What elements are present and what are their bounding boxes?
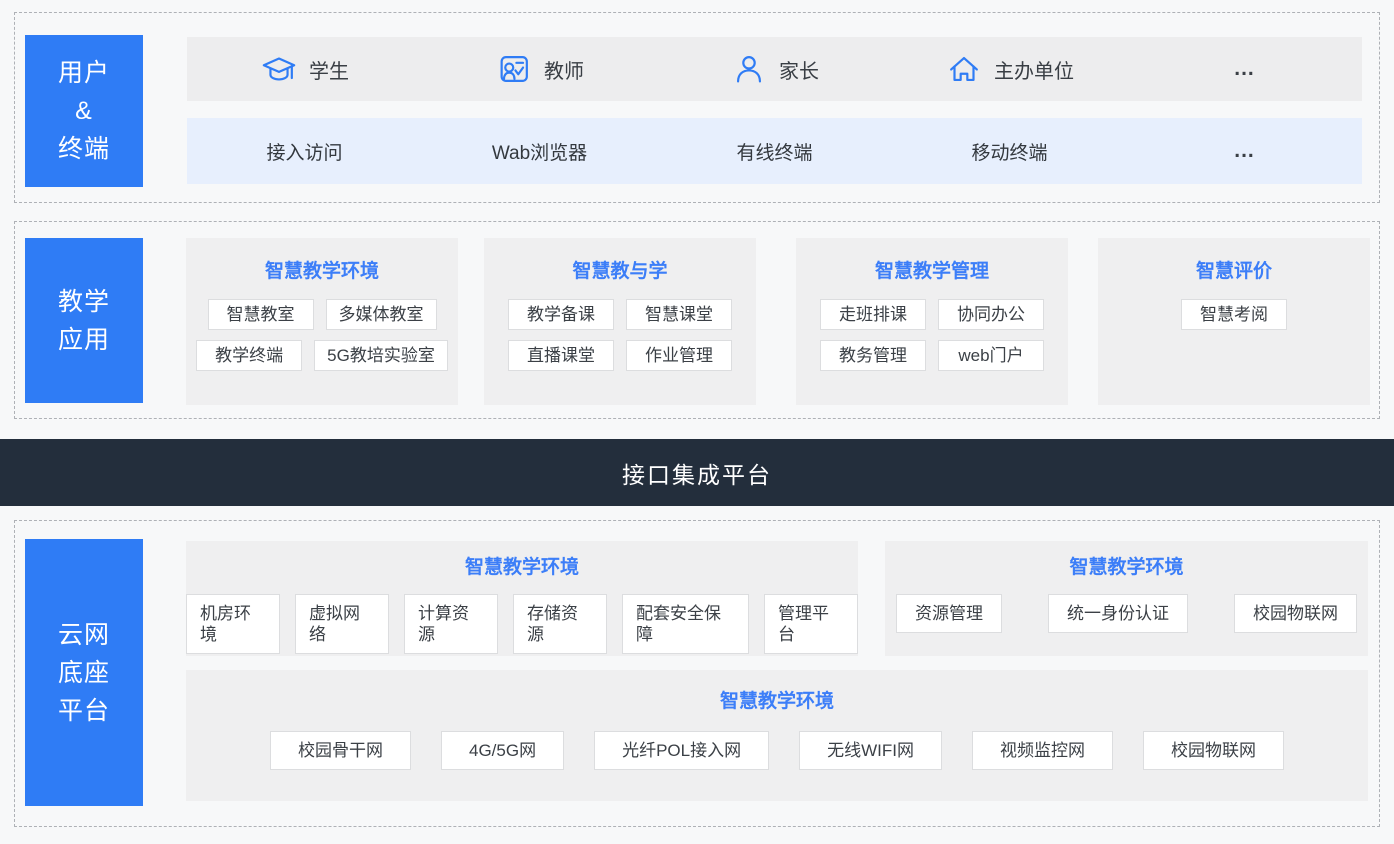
role-label-student: 学生 bbox=[309, 55, 349, 84]
chip-campus-iot: 校园物联网 bbox=[1234, 594, 1357, 633]
chip-row: 校园骨干网 4G/5G网 光纤POL接入网 无线WIFI网 视频监控网 校园物联… bbox=[186, 731, 1368, 770]
chip-multimedia-classroom: 多媒体教室 bbox=[326, 299, 437, 330]
integration-platform-band: 接口集成平台 bbox=[0, 439, 1394, 506]
chip-machine-room: 机房环境 bbox=[186, 594, 280, 654]
access-item-network-access: 接入访问 bbox=[187, 138, 422, 165]
chip-computing-resources: 计算资源 bbox=[404, 594, 498, 654]
role-label-teacher: 教师 bbox=[544, 55, 584, 84]
chip-lesson-preparation: 教学备课 bbox=[508, 299, 614, 330]
chip-wireless-wifi-network: 无线WIFI网 bbox=[799, 731, 942, 770]
role-parent: 家长 bbox=[657, 50, 892, 88]
card-smart-teaching-learning: 智慧教与学 教学备课 智慧课堂 直播课堂 作业管理 bbox=[484, 238, 756, 405]
role-label-parent: 家长 bbox=[779, 55, 819, 84]
person-icon bbox=[730, 50, 768, 88]
id-card-icon bbox=[495, 50, 533, 88]
roles-band: 学生 教师 bbox=[187, 37, 1362, 101]
card-networks: 智慧教学环境 校园骨干网 4G/5G网 光纤POL接入网 无线WIFI网 视频监… bbox=[186, 670, 1368, 801]
role-organizer: 主办单位 bbox=[892, 50, 1127, 88]
chip-storage-resources: 存储资源 bbox=[513, 594, 607, 654]
card-title: 智慧教学环境 bbox=[186, 555, 858, 580]
chip-campus-backbone-network: 校园骨干网 bbox=[270, 731, 411, 770]
chip-fiber-pol-access-network: 光纤POL接入网 bbox=[594, 731, 769, 770]
access-more-ellipsis: ... bbox=[1127, 139, 1362, 163]
section-label-cloud-network-platform: 云网 底座 平台 bbox=[25, 539, 143, 806]
role-student: 学生 bbox=[187, 50, 422, 88]
card-smart-teaching-management: 智慧教学管理 走班排课 协同办公 教务管理 web门户 bbox=[796, 238, 1068, 405]
section-users-terminals: 用户 & 终端 学生 bbox=[14, 12, 1380, 203]
access-item-mobile-terminal: 移动终端 bbox=[892, 138, 1127, 165]
chip-campus-iot-network: 校园物联网 bbox=[1143, 731, 1284, 770]
chip-web-portal: web门户 bbox=[938, 340, 1044, 371]
card-title: 智慧教学环境 bbox=[186, 689, 1368, 714]
section-cloud-network-platform: 云网 底座 平台 智慧教学环境 机房环境 虚拟网络 计算资源 存储资源 配套安全… bbox=[14, 520, 1380, 827]
chip-collaborative-office: 协同办公 bbox=[938, 299, 1044, 330]
card-title: 智慧教学环境 bbox=[885, 555, 1368, 580]
chip-row: 智慧考阅 bbox=[1098, 299, 1370, 330]
chip-security-assurance: 配套安全保障 bbox=[622, 594, 749, 654]
card-platform-services: 智慧教学环境 资源管理 统一身份认证 校园物联网 bbox=[885, 541, 1368, 656]
chip-smart-exam-review: 智慧考阅 bbox=[1181, 299, 1287, 330]
integration-platform-title: 接口集成平台 bbox=[622, 456, 772, 490]
chip-academic-management: 教务管理 bbox=[820, 340, 926, 371]
chip-row: 机房环境 虚拟网络 计算资源 存储资源 配套安全保障 管理平台 bbox=[186, 594, 858, 654]
house-icon bbox=[945, 50, 983, 88]
chip-live-class: 直播课堂 bbox=[508, 340, 614, 371]
chip-homework-management: 作业管理 bbox=[626, 340, 732, 371]
chip-row: 教学备课 智慧课堂 bbox=[484, 299, 756, 330]
card-title: 智慧教学环境 bbox=[186, 259, 458, 284]
card-smart-evaluation: 智慧评价 智慧考阅 bbox=[1098, 238, 1370, 405]
chip-row: 教务管理 web门户 bbox=[796, 340, 1068, 371]
chip-unified-identity-auth: 统一身份认证 bbox=[1048, 594, 1188, 633]
chip-virtual-network: 虚拟网络 bbox=[295, 594, 389, 654]
role-teacher: 教师 bbox=[422, 50, 657, 88]
access-band: 接入访问 Wab浏览器 有线终端 移动终端 ... bbox=[187, 118, 1362, 184]
card-smart-teaching-environment: 智慧教学环境 智慧教室 多媒体教室 教学终端 5G教培实验室 bbox=[186, 238, 458, 405]
section-label-users-terminals: 用户 & 终端 bbox=[25, 35, 143, 187]
chip-row: 直播课堂 作业管理 bbox=[484, 340, 756, 371]
card-title: 智慧评价 bbox=[1098, 259, 1370, 284]
chip-teaching-terminal: 教学终端 bbox=[196, 340, 302, 371]
access-item-wired-terminal: 有线终端 bbox=[657, 138, 892, 165]
chip-resource-management: 资源管理 bbox=[896, 594, 1002, 633]
chip-management-platform: 管理平台 bbox=[764, 594, 858, 654]
chip-5g-training-lab: 5G教培实验室 bbox=[314, 340, 448, 371]
card-title: 智慧教与学 bbox=[484, 259, 756, 284]
chip-4g-5g-network: 4G/5G网 bbox=[441, 731, 564, 770]
chip-row: 资源管理 统一身份认证 校园物联网 bbox=[885, 594, 1368, 633]
card-infrastructure: 智慧教学环境 机房环境 虚拟网络 计算资源 存储资源 配套安全保障 管理平台 bbox=[186, 541, 858, 656]
chip-smart-classroom: 智慧教室 bbox=[208, 299, 314, 330]
chip-row: 教学终端 5G教培实验室 bbox=[186, 340, 458, 371]
role-label-organizer: 主办单位 bbox=[994, 55, 1074, 84]
access-item-web-browser: Wab浏览器 bbox=[422, 138, 657, 165]
chip-row: 走班排课 协同办公 bbox=[796, 299, 1068, 330]
graduation-cap-icon bbox=[260, 50, 298, 88]
card-title: 智慧教学管理 bbox=[796, 259, 1068, 284]
chip-row: 智慧教室 多媒体教室 bbox=[186, 299, 458, 330]
section-teaching-apps: 教学 应用 智慧教学环境 智慧教室 多媒体教室 教学终端 5G教培实验室 智慧教… bbox=[14, 221, 1380, 419]
roles-more-ellipsis: ... bbox=[1127, 57, 1362, 81]
chip-class-scheduling: 走班排课 bbox=[820, 299, 926, 330]
chip-video-surveillance-network: 视频监控网 bbox=[972, 731, 1113, 770]
chip-smart-class: 智慧课堂 bbox=[626, 299, 732, 330]
section-label-teaching-apps: 教学 应用 bbox=[25, 238, 143, 403]
